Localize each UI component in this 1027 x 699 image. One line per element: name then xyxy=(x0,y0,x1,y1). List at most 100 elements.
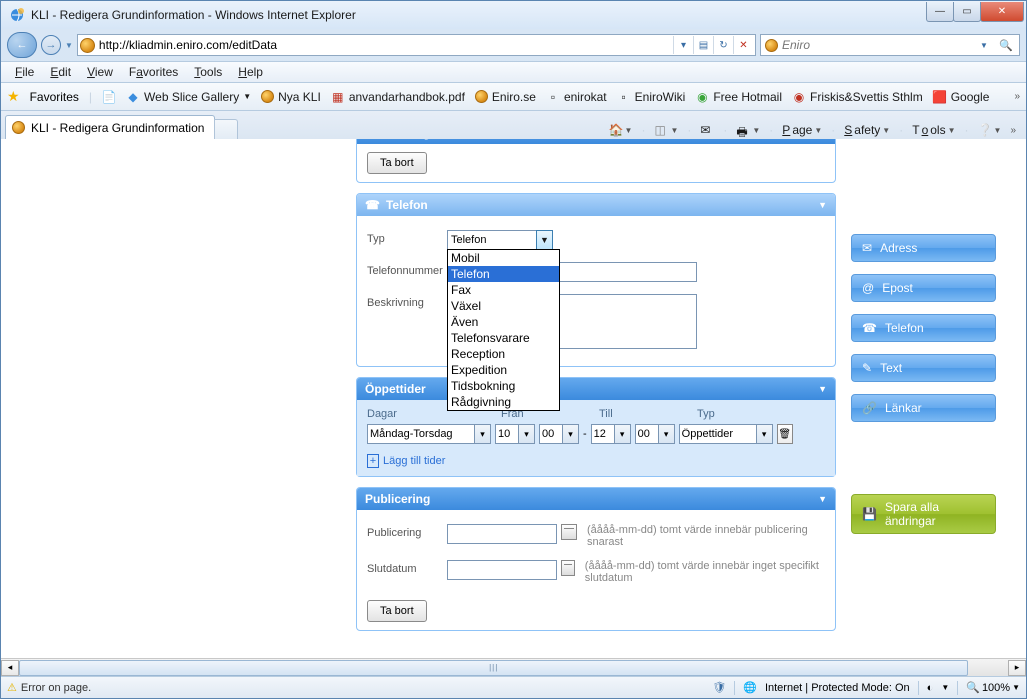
fav-eniro[interactable]: Eniro.se xyxy=(475,90,536,104)
dropdown-icon[interactable]: ▼ xyxy=(536,230,553,250)
page-menu[interactable]: Page ▼ xyxy=(779,121,825,139)
till-m-combo[interactable]: ▾ xyxy=(635,424,675,444)
option-radgivning[interactable]: Rådgivning xyxy=(448,394,559,410)
security-icon[interactable]: ◐ xyxy=(927,682,934,694)
type-combo[interactable]: ▼ Mobil Telefon Fax Växel Även Te xyxy=(447,230,553,250)
dropdown-icon[interactable]: ▾ xyxy=(474,424,491,444)
option-reception[interactable]: Reception xyxy=(448,346,559,362)
collapse-icon[interactable]: ▼ xyxy=(818,494,827,504)
option-aven[interactable]: Även xyxy=(448,314,559,330)
search-input[interactable] xyxy=(782,38,971,52)
dagar-combo[interactable]: ▾ xyxy=(367,424,491,444)
dropdown-icon[interactable]: ▾ xyxy=(518,424,535,444)
maximize-button[interactable]: ▭ xyxy=(953,2,981,22)
remove-button[interactable]: Ta bort xyxy=(367,600,427,622)
search-go-icon[interactable]: 🔍 xyxy=(997,36,1015,54)
fav-hotmail[interactable]: ◉Free Hotmail xyxy=(695,90,782,104)
side-epost[interactable]: @Epost xyxy=(851,274,996,302)
feeds-button[interactable]: ◫▼ xyxy=(651,121,681,139)
help-button[interactable]: ❔▼ xyxy=(975,121,1005,139)
remove-button[interactable]: Ta bort xyxy=(367,152,427,174)
fav-nyakli[interactable]: Nya KLI xyxy=(261,90,321,104)
side-lankar[interactable]: 🔗Länkar xyxy=(851,394,996,422)
option-tidsbokning[interactable]: Tidsbokning xyxy=(448,378,559,394)
scroll-left-icon[interactable]: ◂ xyxy=(1,660,19,676)
fran-h-combo[interactable]: ▾ xyxy=(495,424,535,444)
status-text: Error on page. xyxy=(21,682,91,694)
popup-blocker-icon[interactable]: 🛡 xyxy=(712,681,726,694)
safety-menu[interactable]: Safety ▼ xyxy=(841,121,893,139)
option-fax[interactable]: Fax xyxy=(448,282,559,298)
fav-pdf[interactable]: ▦anvandarhandbok.pdf xyxy=(331,90,465,104)
menu-edit[interactable]: Edit xyxy=(42,63,79,81)
pub-date-input[interactable] xyxy=(447,524,557,544)
delete-row-icon[interactable]: 🗑 xyxy=(777,424,793,444)
type-input[interactable] xyxy=(447,230,537,250)
dropdown-icon[interactable]: ▾ xyxy=(756,424,773,444)
tools-menu[interactable]: Tools ▼ xyxy=(909,121,958,139)
collapse-icon[interactable]: ▼ xyxy=(818,384,827,394)
url-input[interactable] xyxy=(95,38,673,52)
calendar-icon[interactable] xyxy=(561,524,577,540)
fav-suggested[interactable]: 📄 xyxy=(102,90,116,104)
till-h-combo[interactable]: ▾ xyxy=(591,424,631,444)
tab-active[interactable]: KLI - Redigera Grundinformation xyxy=(5,115,215,139)
refresh-icon[interactable]: ↻ xyxy=(713,36,733,54)
side-adress[interactable]: ✉Adress xyxy=(851,234,996,262)
typ-combo[interactable]: ▾ xyxy=(679,424,773,444)
side-save[interactable]: 💾Spara alla ändringar xyxy=(851,494,996,534)
panel-header[interactable]: Öppettider ▼ xyxy=(357,378,835,400)
close-button[interactable]: ✕ xyxy=(980,2,1024,22)
home-button[interactable]: 🏠▼ xyxy=(606,121,636,139)
option-expedition[interactable]: Expedition xyxy=(448,362,559,378)
mail-button[interactable]: ✉ xyxy=(697,121,717,139)
menu-help[interactable]: Help xyxy=(230,63,271,81)
collapse-icon[interactable]: ▼ xyxy=(818,200,827,210)
scroll-right-icon[interactable]: ▸ xyxy=(1008,660,1026,676)
search-bar[interactable]: ▼ 🔍 xyxy=(760,34,1020,56)
back-button[interactable]: ← xyxy=(7,32,37,58)
fav-google[interactable]: 🟥Google xyxy=(933,90,990,104)
side-text[interactable]: ✎Text xyxy=(851,354,996,382)
option-telefon[interactable]: Telefon xyxy=(448,266,559,282)
zone-icon: 🌐 xyxy=(743,681,757,694)
fav-overflow-icon[interactable]: » xyxy=(1014,91,1020,102)
url-dd-icon[interactable]: ▾ xyxy=(673,36,693,54)
zoom-control[interactable]: 🔍 100% ▼ xyxy=(966,681,1020,694)
option-vaxel[interactable]: Växel xyxy=(448,298,559,314)
minimize-button[interactable]: — xyxy=(926,2,954,22)
menu-tools[interactable]: Tools xyxy=(186,63,230,81)
dropdown-icon[interactable]: ▾ xyxy=(614,424,631,444)
stop-icon[interactable]: ✕ xyxy=(733,36,753,54)
print-button[interactable]: 🖶▼ xyxy=(733,121,763,139)
panel-header[interactable]: ☎ Telefon ▼ xyxy=(357,194,835,216)
menu-favorites[interactable]: Favorites xyxy=(121,63,186,81)
cmd-overflow-icon[interactable]: » xyxy=(1010,125,1016,136)
address-bar[interactable]: ▾ ▤ ↻ ✕ xyxy=(77,34,756,56)
end-date-input[interactable] xyxy=(447,560,557,580)
fav-friskis[interactable]: ◉Friskis&Svettis Sthlm xyxy=(792,90,923,104)
dropdown-icon[interactable]: ▾ xyxy=(562,424,579,444)
panel-header[interactable]: Publicering ▼ xyxy=(357,488,835,510)
option-mobil[interactable]: Mobil xyxy=(448,250,559,266)
fav-enirokat[interactable]: ▫enirokat xyxy=(546,90,607,104)
add-times-link[interactable]: + Lägg till tider xyxy=(367,454,445,468)
dropdown-icon[interactable]: ▾ xyxy=(658,424,675,444)
menu-file[interactable]: File xyxy=(7,63,42,81)
favorites-star-icon[interactable]: ★ xyxy=(7,88,20,105)
fran-m-combo[interactable]: ▾ xyxy=(539,424,579,444)
calendar-icon[interactable] xyxy=(561,560,575,576)
option-svarare[interactable]: Telefonsvarare xyxy=(448,330,559,346)
fav-enirowiki[interactable]: ▫EniroWiki xyxy=(617,90,686,104)
menu-view[interactable]: View xyxy=(79,63,121,81)
scroll-thumb[interactable]: ||| xyxy=(19,660,968,676)
favorites-label[interactable]: Favorites xyxy=(30,90,79,104)
compat-icon[interactable]: ▤ xyxy=(693,36,713,54)
nav-dd-icon[interactable]: ▼ xyxy=(65,41,73,50)
fav-webslice[interactable]: ◆Web Slice Gallery ▼ xyxy=(126,90,251,104)
side-telefon[interactable]: ☎Telefon xyxy=(851,314,996,342)
search-dd-icon[interactable]: ▼ xyxy=(975,36,993,54)
new-tab-button[interactable] xyxy=(214,119,238,139)
forward-button[interactable]: → xyxy=(41,35,61,55)
horizontal-scrollbar[interactable]: ◂ ||| ▸ xyxy=(1,658,1026,676)
